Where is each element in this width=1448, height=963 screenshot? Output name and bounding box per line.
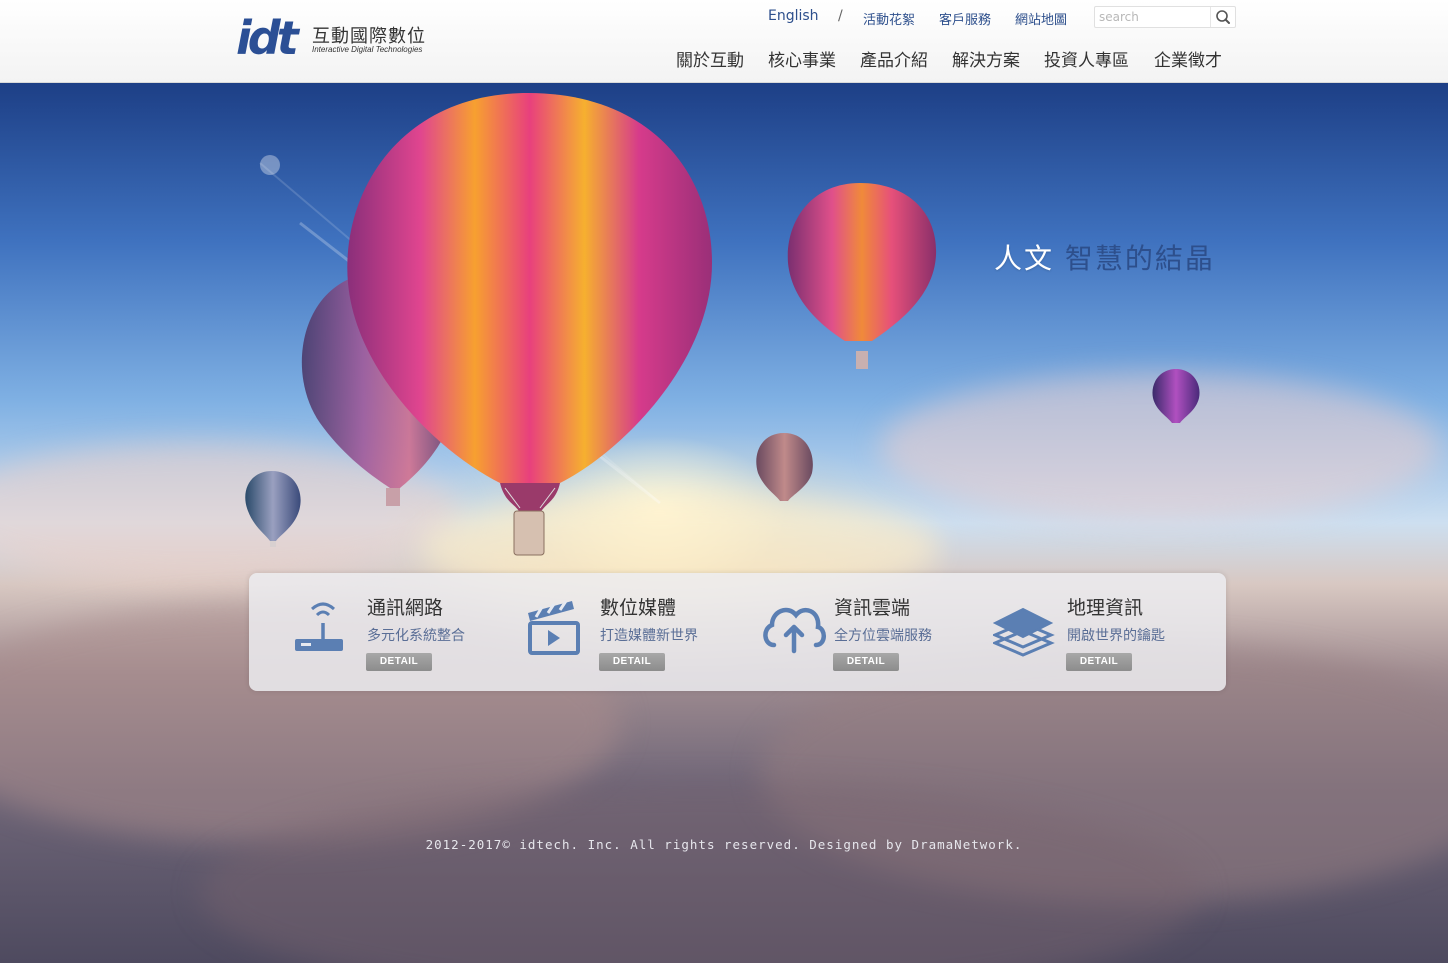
feature-title: 資訊雲端 [834,597,911,619]
feature-title: 地理資訊 [1067,597,1144,619]
detail-button[interactable]: DETAIL [599,653,665,671]
detail-button[interactable]: DETAIL [366,653,432,671]
feature-digital-media[interactable]: 數位媒體 打造媒體新世界 DETAIL [526,573,756,691]
slogan-accent: 智慧的結晶 [1064,242,1215,275]
logo-mark: idt [236,11,299,65]
hot-air-balloons [245,93,1200,556]
feature-title: 通訊網路 [367,597,444,619]
search-input[interactable] [1097,8,1209,26]
feature-subtitle: 打造媒體新世界 [600,628,698,644]
feature-cloud[interactable]: 資訊雲端 全方位雲端服務 DETAIL [760,573,990,691]
nav-item-investors[interactable]: 投資人專區 [1044,46,1129,71]
link-separator: / [838,8,843,24]
events-link[interactable]: 活動花絮 [863,9,915,28]
sitemap-link[interactable]: 網站地圖 [1015,9,1067,28]
feature-title: 數位媒體 [600,597,677,619]
slogan-plain: 人文 [994,242,1055,275]
layers-icon [993,607,1055,657]
clapperboard-icon [528,600,580,655]
feature-network[interactable]: 通訊網路 多元化系統整合 DETAIL [293,573,523,691]
feature-panel: 通訊網路 多元化系統整合 DETAIL 數位媒體 打造媒體新世界 DETAIL … [249,573,1226,691]
footer-copyright: 2012-2017© idtech. Inc. All rights reser… [425,837,1023,852]
search-box [1094,6,1236,28]
logo-name-en: Interactive Digital Technologies [312,45,423,54]
feature-gis[interactable]: 地理資訊 開啟世界的鑰匙 DETAIL [993,573,1223,691]
nav-item-solutions[interactable]: 解決方案 [952,46,1020,71]
detail-button[interactable]: DETAIL [833,653,899,671]
cloud-upload-icon [763,607,826,654]
english-link[interactable]: English [768,8,819,24]
search-icon [1216,10,1230,24]
customer-service-link[interactable]: 客戶服務 [939,9,991,28]
search-button[interactable] [1210,7,1235,27]
nav-item-products[interactable]: 產品介紹 [860,46,928,71]
feature-subtitle: 多元化系統整合 [367,628,465,644]
nav-item-careers[interactable]: 企業徵才 [1154,46,1222,71]
hero-banner: 人文 智慧的結晶 [0,83,1448,963]
hero-slogan: 人文 智慧的結晶 [994,237,1215,277]
site-logo[interactable]: idt 互動國際數位 Interactive Digital Technolog… [236,12,436,64]
site-header: idt 互動國際數位 Interactive Digital Technolog… [0,0,1448,83]
detail-button[interactable]: DETAIL [1066,653,1132,671]
feature-subtitle: 開啟世界的鑰匙 [1067,628,1165,644]
router-icon [295,602,343,651]
nav-item-core-business[interactable]: 核心事業 [768,46,836,71]
feature-subtitle: 全方位雲端服務 [834,628,932,644]
nav-item-about[interactable]: 關於互動 [676,46,744,71]
